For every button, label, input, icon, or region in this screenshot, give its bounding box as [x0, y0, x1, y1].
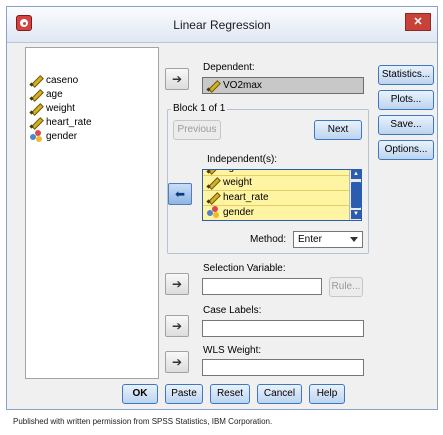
- left-arrow-icon: ⬅: [174, 187, 186, 201]
- move-to-dependent-button[interactable]: ➔: [165, 68, 189, 90]
- list-item[interactable]: gender: [30, 130, 77, 144]
- cancel-button[interactable]: Cancel: [257, 384, 302, 404]
- options-button[interactable]: Options...: [378, 140, 434, 160]
- independents-list[interactable]: age weight heart_rate gender ▲ ▼: [202, 169, 362, 221]
- case-labels-label: Case Labels:: [203, 305, 262, 316]
- variable-list[interactable]: caseno age weight heart_rate gender: [25, 47, 159, 379]
- selection-variable-field[interactable]: [202, 278, 322, 295]
- dependent-label: Dependent:: [203, 62, 255, 73]
- close-button[interactable]: ✕: [405, 13, 431, 31]
- move-to-case-labels-button[interactable]: ➔: [165, 315, 189, 337]
- save-button[interactable]: Save...: [378, 115, 434, 135]
- scale-pencil-icon: [207, 79, 219, 91]
- right-arrow-icon: ➔: [171, 277, 183, 291]
- title-bar[interactable]: Linear Regression ✕: [7, 7, 437, 43]
- wls-weight-label: WLS Weight:: [203, 345, 262, 356]
- selection-variable-label: Selection Variable:: [203, 263, 286, 274]
- move-to-independents-button[interactable]: ⬅: [168, 183, 192, 205]
- nominal-icon: [207, 206, 219, 219]
- right-arrow-icon: ➔: [171, 355, 183, 369]
- list-item[interactable]: heart_rate: [203, 191, 349, 206]
- list-item[interactable]: weight: [30, 102, 75, 116]
- scale-pencil-icon: [30, 74, 42, 86]
- reset-button[interactable]: Reset: [210, 384, 250, 404]
- help-button[interactable]: Help: [309, 384, 345, 404]
- dependent-field[interactable]: VO2max: [202, 77, 364, 94]
- list-item[interactable]: gender: [203, 206, 349, 220]
- ok-button[interactable]: OK: [122, 384, 158, 404]
- scroll-up-icon[interactable]: ▲: [351, 170, 361, 179]
- list-item[interactable]: caseno: [30, 74, 78, 88]
- scale-pencil-icon: [30, 102, 42, 114]
- linear-regression-dialog: Linear Regression ✕ caseno age weight he…: [6, 6, 438, 410]
- block-legend: Block 1 of 1: [171, 103, 228, 114]
- paste-button[interactable]: Paste: [165, 384, 203, 404]
- nominal-icon: [30, 130, 42, 143]
- list-item[interactable]: age: [203, 170, 349, 176]
- chevron-down-icon: [350, 237, 358, 242]
- list-item[interactable]: age: [30, 88, 63, 102]
- move-to-selection-button[interactable]: ➔: [165, 273, 189, 295]
- list-item[interactable]: heart_rate: [30, 116, 92, 130]
- rule-button[interactable]: Rule...: [329, 277, 363, 297]
- next-button[interactable]: Next: [314, 120, 362, 140]
- case-labels-field[interactable]: [202, 320, 364, 337]
- right-arrow-icon: ➔: [171, 72, 183, 86]
- list-item[interactable]: weight: [203, 176, 349, 191]
- wls-weight-field[interactable]: [202, 359, 364, 376]
- statistics-button[interactable]: Statistics...: [378, 65, 434, 85]
- independents-scrollbar[interactable]: ▲ ▼: [349, 170, 361, 220]
- move-to-wls-weight-button[interactable]: ➔: [165, 351, 189, 373]
- right-arrow-icon: ➔: [171, 319, 183, 333]
- scroll-thumb[interactable]: [351, 182, 361, 208]
- scale-pencil-icon: [30, 88, 42, 100]
- window-title: Linear Regression: [173, 18, 271, 32]
- scale-pencil-icon: [207, 176, 219, 188]
- independents-label: Independent(s):: [207, 154, 278, 165]
- scroll-down-icon[interactable]: ▼: [351, 210, 361, 219]
- plots-button[interactable]: Plots...: [378, 90, 434, 110]
- scale-pencil-icon: [30, 116, 42, 128]
- method-select[interactable]: Enter: [293, 231, 363, 248]
- previous-button[interactable]: Previous: [173, 120, 221, 140]
- scale-pencil-icon: [207, 191, 219, 203]
- method-label: Method:: [250, 234, 287, 245]
- permission-caption: Published with written permission from S…: [13, 417, 273, 426]
- scale-pencil-icon: [207, 170, 219, 173]
